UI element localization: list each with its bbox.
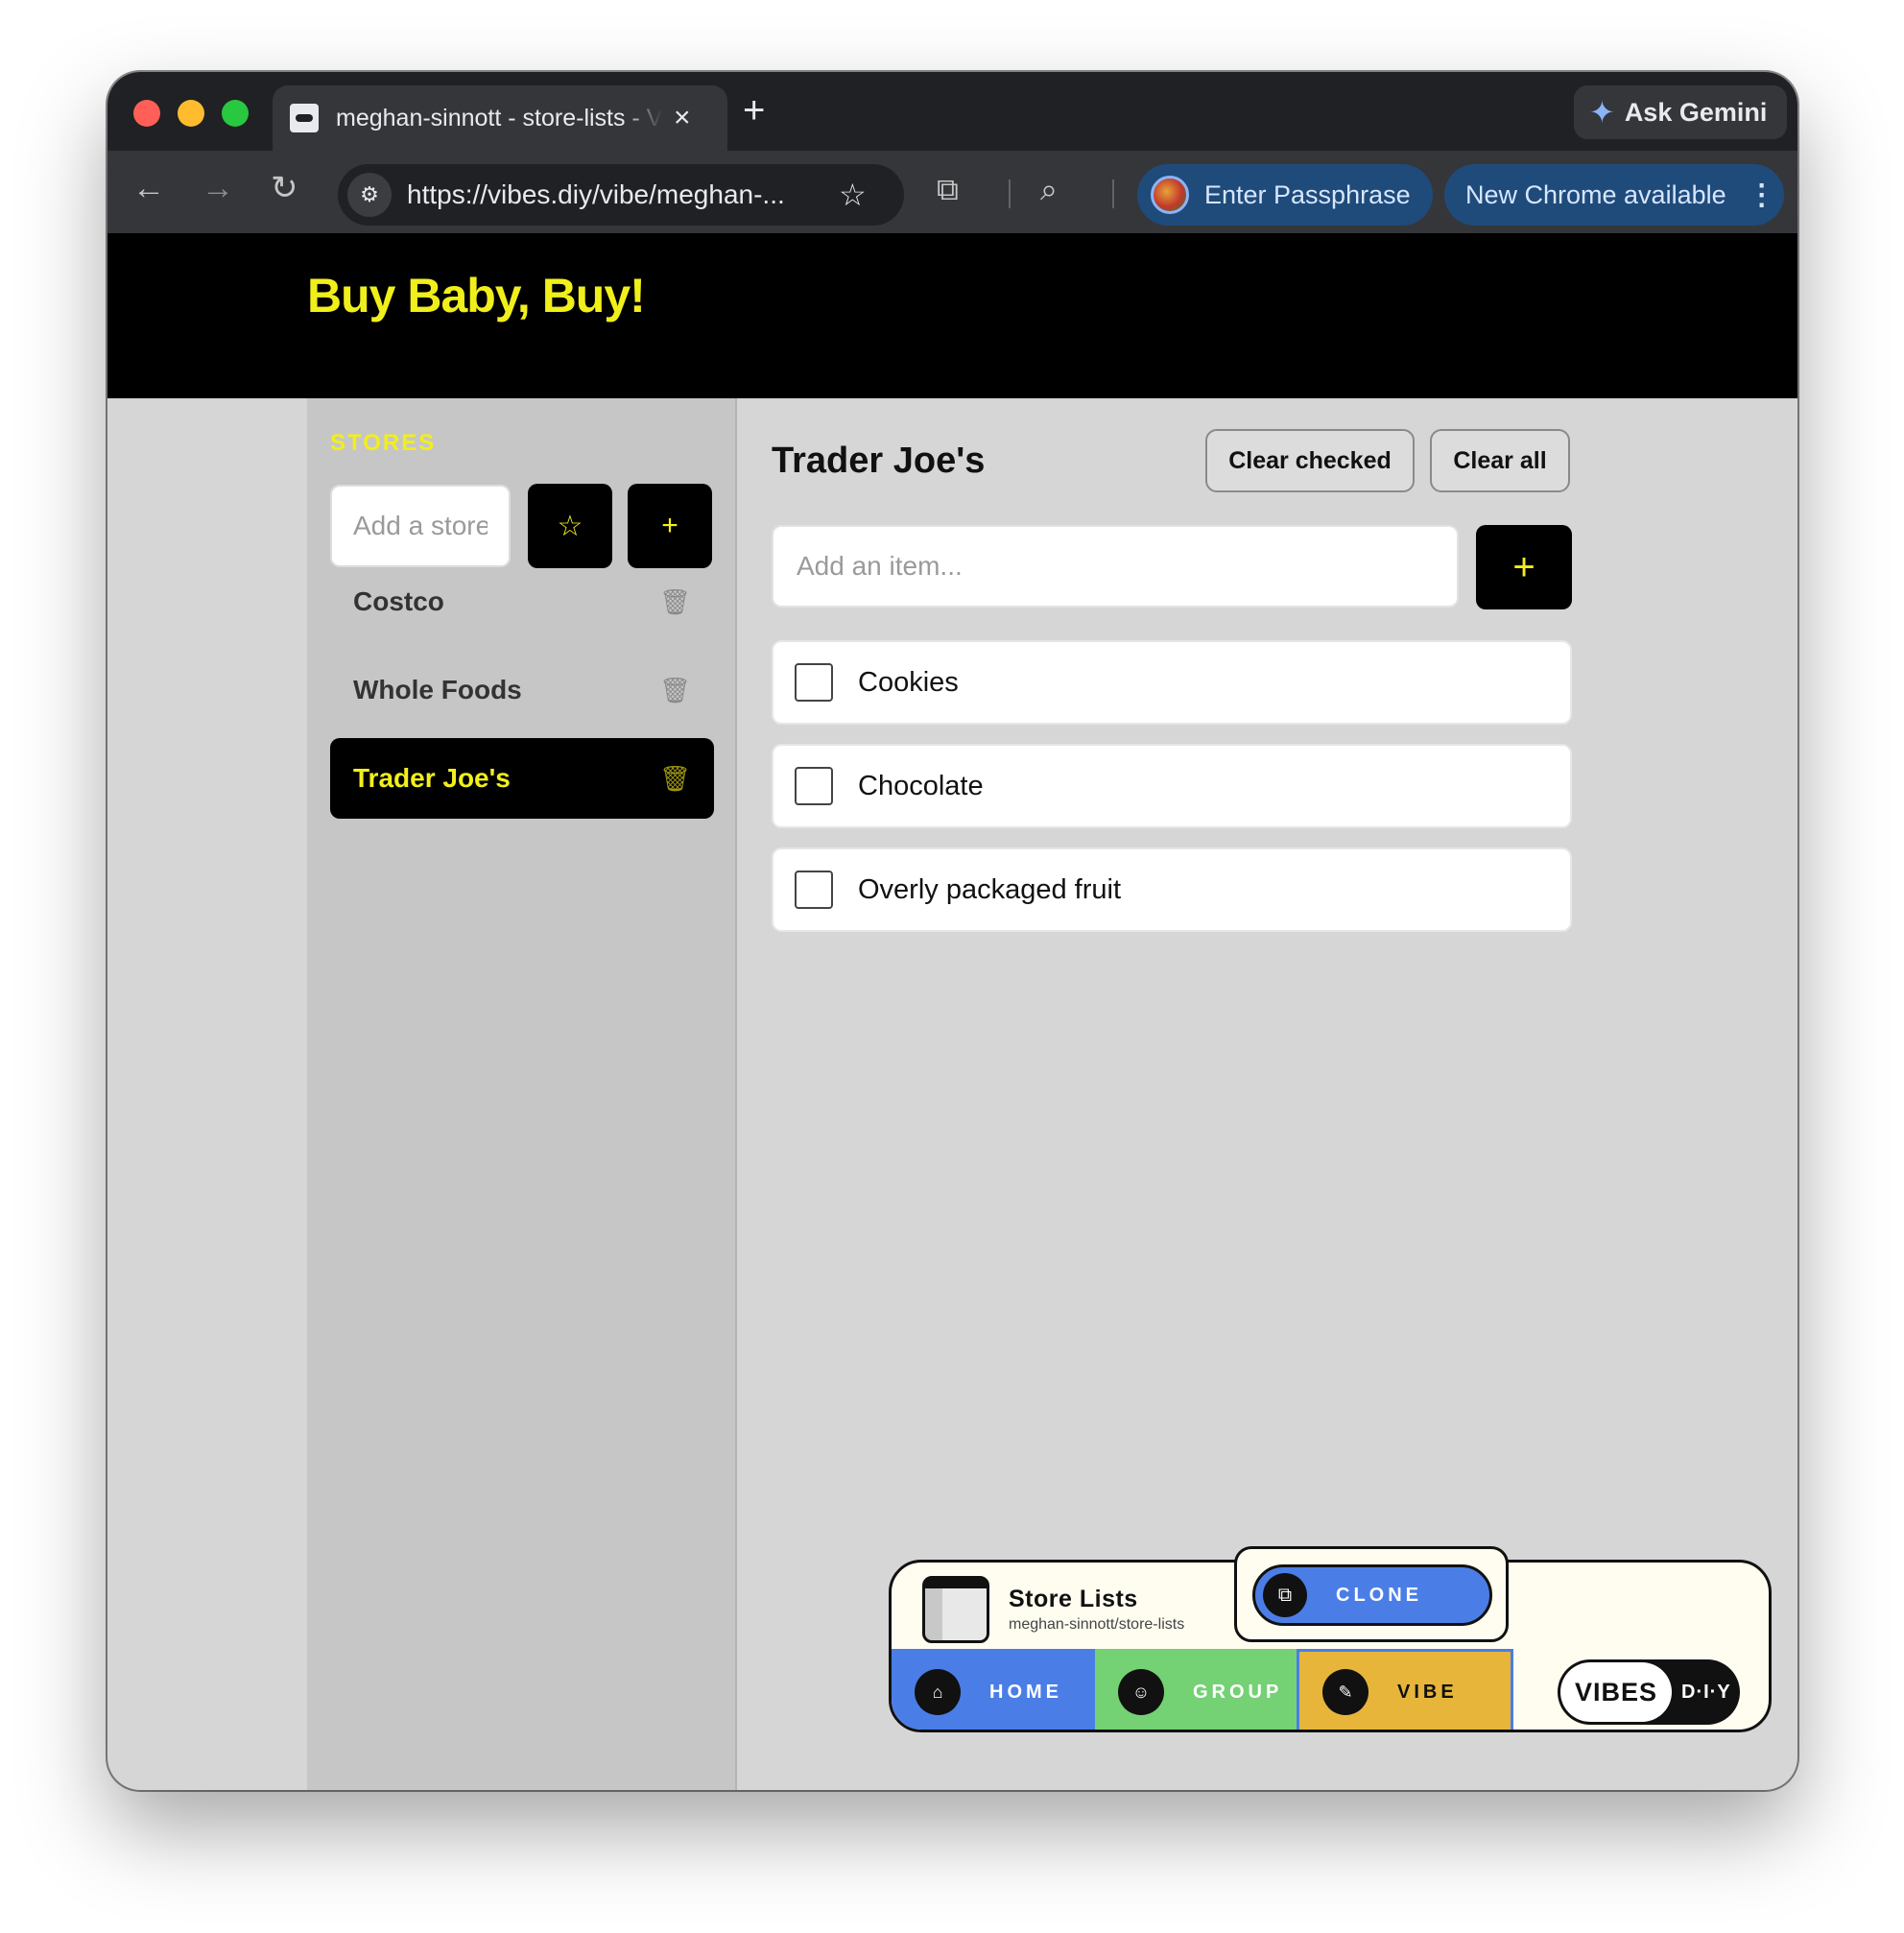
address-bar[interactable]: ⚙ https://vibes.diy/vibe/meghan-... ☆ bbox=[338, 164, 904, 226]
item-checkbox[interactable] bbox=[795, 767, 833, 805]
store-item-whole-foods[interactable]: Whole Foods 🗑 bbox=[330, 650, 714, 730]
stores-sidebar: STORES ☆ + Costco 🗑 Whole Foods 🗑 Trader… bbox=[307, 398, 737, 1790]
tab-favicon-icon bbox=[290, 104, 319, 132]
clone-label: CLONE bbox=[1336, 1584, 1422, 1606]
passphrase-label: Enter Passphrase bbox=[1204, 179, 1411, 209]
ask-gemini-label: Ask Gemini bbox=[1624, 97, 1768, 127]
group-label: GROUP bbox=[1193, 1681, 1283, 1703]
vibe-nav-button[interactable]: ✎ VIBE bbox=[1297, 1649, 1513, 1730]
toolbar-divider bbox=[1009, 179, 1011, 208]
trash-icon[interactable]: 🗑 bbox=[659, 676, 691, 705]
clear-checked-button[interactable]: Clear checked bbox=[1205, 429, 1415, 492]
maximize-window-button[interactable] bbox=[222, 100, 249, 127]
item-label: Overly packaged fruit bbox=[858, 873, 1122, 905]
tab-bar: meghan-sinnott - store-lists - Vibes DIY… bbox=[107, 72, 1797, 151]
chrome-update-button[interactable]: New Chrome available ⋮ bbox=[1444, 164, 1784, 226]
add-item-button[interactable]: + bbox=[1476, 525, 1572, 609]
gemini-sparkle-icon: ✦ bbox=[1589, 95, 1615, 130]
copy-icon: ⧉ bbox=[1263, 1573, 1307, 1617]
item-label: Cookies bbox=[858, 666, 959, 698]
ask-gemini-button[interactable]: ✦ Ask Gemini bbox=[1574, 85, 1787, 139]
clone-button[interactable]: ⧉ CLONE bbox=[1252, 1564, 1492, 1626]
profile-avatar bbox=[1151, 176, 1189, 214]
bookmark-star-icon[interactable]: ☆ bbox=[839, 177, 867, 213]
group-nav-button[interactable]: ☺ GROUP bbox=[1095, 1649, 1297, 1730]
item-checkbox[interactable] bbox=[795, 871, 833, 909]
vibes-logo-text: VIBES bbox=[1560, 1662, 1672, 1722]
favorite-store-button[interactable]: ☆ bbox=[528, 484, 612, 568]
toolbar-divider bbox=[1112, 179, 1114, 208]
home-label: HOME bbox=[989, 1681, 1062, 1703]
forward-arrow-icon[interactable]: → bbox=[202, 172, 234, 204]
group-users-icon: ☺ bbox=[1118, 1669, 1164, 1715]
minimize-window-button[interactable] bbox=[178, 100, 204, 127]
reload-icon[interactable]: ↻ bbox=[271, 172, 298, 204]
store-item-costco[interactable]: Costco 🗑 bbox=[330, 561, 714, 642]
browser-window: meghan-sinnott - store-lists - Vibes DIY… bbox=[107, 72, 1797, 1790]
item-label: Chocolate bbox=[858, 770, 984, 801]
site-settings-icon[interactable]: ⚙ bbox=[347, 173, 392, 217]
app-title: Buy Baby, Buy! bbox=[307, 269, 646, 322]
browser-toolbar: ← → ↻ ⚙ https://vibes.diy/vibe/meghan-..… bbox=[107, 151, 1797, 233]
app-header: Buy Baby, Buy! bbox=[107, 233, 1797, 398]
trash-icon[interactable]: 🗑 bbox=[659, 587, 691, 617]
update-label: New Chrome available bbox=[1465, 179, 1726, 209]
trash-icon[interactable]: 🗑 bbox=[659, 764, 691, 794]
store-name: Costco bbox=[353, 586, 444, 616]
tab-title: meghan-sinnott - store-lists - Vibes DIY bbox=[336, 104, 662, 131]
home-nav-button[interactable]: ⌂ HOME bbox=[892, 1649, 1095, 1730]
url-text[interactable]: https://vibes.diy/vibe/meghan-... bbox=[407, 179, 829, 210]
widget-app-name: Store Lists bbox=[1009, 1586, 1138, 1612]
vibe-label: VIBE bbox=[1397, 1681, 1458, 1703]
tab-close-icon[interactable]: × bbox=[674, 104, 691, 132]
list-title: Trader Joe's bbox=[772, 441, 986, 481]
list-item[interactable]: Chocolate bbox=[772, 744, 1572, 828]
vibes-diy-logo[interactable]: VIBES D·I·Y bbox=[1558, 1659, 1740, 1725]
store-name: Trader Joe's bbox=[353, 763, 511, 793]
tab-search-icon[interactable]: ⌕ bbox=[1040, 172, 1058, 208]
add-store-button[interactable]: + bbox=[628, 484, 712, 568]
extensions-puzzle-icon[interactable]: ⧉ bbox=[937, 172, 959, 208]
list-item[interactable]: Cookies bbox=[772, 640, 1572, 725]
back-arrow-icon[interactable]: ← bbox=[132, 172, 165, 204]
stores-heading: STORES bbox=[330, 430, 437, 456]
more-menu-icon[interactable]: ⋮ bbox=[1748, 179, 1776, 212]
add-item-input[interactable] bbox=[772, 525, 1459, 608]
enter-passphrase-button[interactable]: Enter Passphrase bbox=[1137, 164, 1433, 226]
item-checkbox[interactable] bbox=[795, 663, 833, 702]
clear-all-button[interactable]: Clear all bbox=[1430, 429, 1570, 492]
store-item-trader-joes[interactable]: Trader Joe's 🗑 bbox=[330, 738, 714, 819]
add-store-input[interactable] bbox=[330, 485, 511, 567]
diy-logo-text: D·I·Y bbox=[1681, 1681, 1731, 1703]
store-name: Whole Foods bbox=[353, 675, 522, 704]
home-icon: ⌂ bbox=[915, 1669, 961, 1715]
list-item[interactable]: Overly packaged fruit bbox=[772, 847, 1572, 932]
new-tab-button[interactable]: + bbox=[743, 91, 765, 130]
browser-tab[interactable]: meghan-sinnott - store-lists - Vibes DIY… bbox=[273, 85, 727, 151]
close-window-button[interactable] bbox=[133, 100, 160, 127]
edit-icon: ✎ bbox=[1322, 1669, 1368, 1715]
clone-popup: ⧉ CLONE bbox=[1234, 1546, 1509, 1642]
app-thumbnail bbox=[922, 1576, 989, 1643]
widget-app-path: meghan-sinnott/store-lists bbox=[1009, 1616, 1185, 1633]
